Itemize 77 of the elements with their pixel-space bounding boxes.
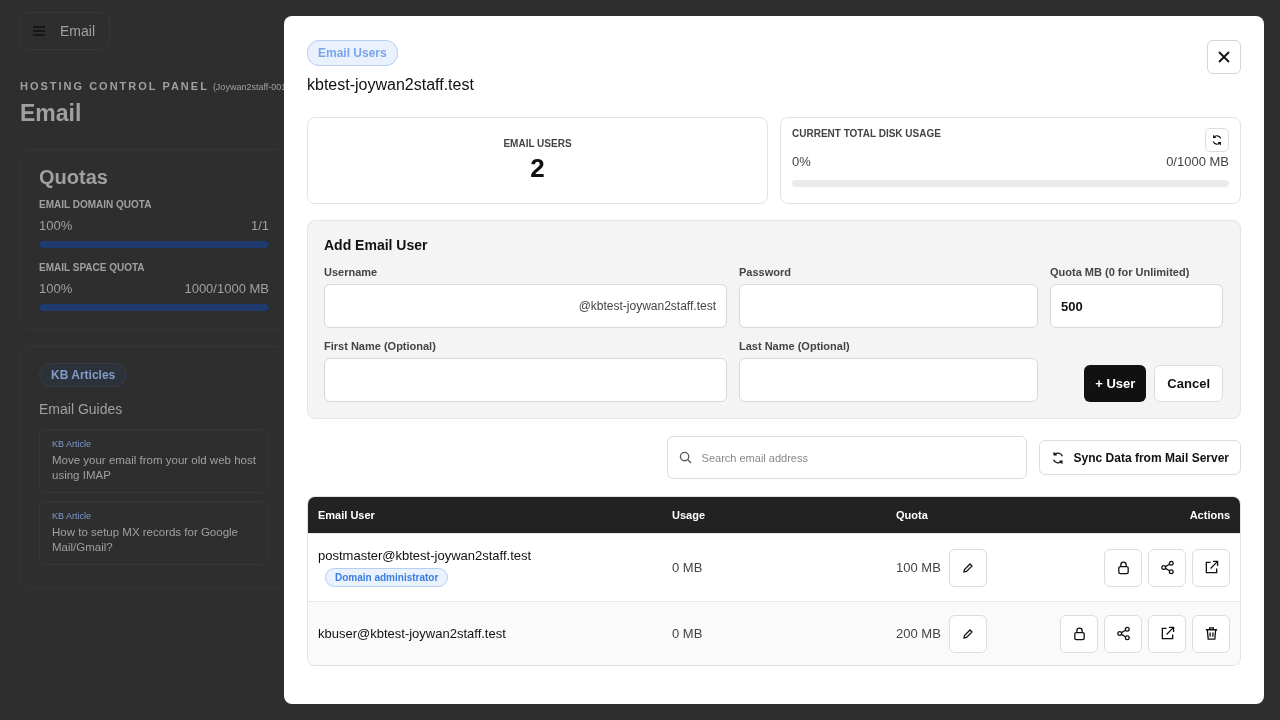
account-name: (Joywan2staff-001 <box>212 82 287 92</box>
column-header: Quota <box>895 509 929 521</box>
section-badge: Email Users <box>307 40 398 66</box>
cancel-button[interactable]: Cancel <box>1154 365 1223 402</box>
refresh-icon <box>1211 134 1223 146</box>
refresh-icon <box>1050 450 1065 465</box>
external-link-icon <box>1159 626 1175 641</box>
usage-cell-text: 0 MB <box>671 560 704 575</box>
delete-button[interactable] <box>1192 614 1230 653</box>
column-header: Actions <box>1188 509 1231 521</box>
share-icon <box>1159 560 1175 575</box>
kb-badge: KB Articles <box>39 363 128 387</box>
lock-icon <box>1071 626 1087 641</box>
username-field[interactable]: @kbtest-joywan2staff.test <box>324 284 727 328</box>
search-field[interactable]: Search email address <box>666 436 1027 479</box>
refresh-button[interactable] <box>1205 128 1229 152</box>
lock-icon <box>1115 560 1131 575</box>
page-title: Email <box>20 100 83 127</box>
menu-label: Email <box>60 23 95 39</box>
first-name-field[interactable] <box>324 358 727 402</box>
domain-title: kbtest-joywan2staff.test <box>307 76 474 94</box>
article-title: How to setup MX records for Google Mail/Gmail? <box>52 524 239 555</box>
column-header: Email User <box>317 509 376 521</box>
external-button[interactable] <box>1192 548 1230 587</box>
quota-field[interactable]: 500 <box>1050 284 1223 328</box>
quota-label: EMAIL SPACE QUOTA <box>39 262 146 273</box>
article-card[interactable]: KB Article How to setup MX records for Google Mail/Gmail? <box>39 500 269 565</box>
field-label: Quota MB (0 for Unlimited) <box>1050 266 1191 278</box>
field-label: Username <box>324 266 379 278</box>
share-button[interactable] <box>1148 548 1186 587</box>
email-address: postmaster@kbtest-joywan2staff.test <box>318 548 533 563</box>
stat-label: EMAIL USERS <box>503 137 572 149</box>
lock-button[interactable] <box>1104 548 1142 587</box>
column-header: Usage <box>671 509 707 521</box>
role-badge: Domain administrator <box>325 568 449 587</box>
email-address: kbuser@kbtest-joywan2staff.test <box>318 626 507 641</box>
article-tag: KB Article <box>52 510 256 521</box>
quota-cell: 100 MB <box>896 560 941 575</box>
share-button[interactable] <box>1104 614 1142 653</box>
quota-reading: 1/1 <box>250 218 269 233</box>
sync-button[interactable]: Sync Data from Mail Server <box>1038 440 1241 475</box>
article-tag: KB Article <box>52 439 256 449</box>
guides-title: Email Guides <box>39 401 124 417</box>
add-user-button[interactable]: + User <box>1084 365 1147 402</box>
edit-quota-button[interactable] <box>948 548 987 587</box>
quota-cell: 200 MB <box>896 626 941 641</box>
quota-reading: 1000/1000 MB <box>184 281 269 296</box>
quota-percent: 100% <box>39 281 73 296</box>
edit-quota-button[interactable] <box>948 614 987 653</box>
close-icon <box>1218 51 1230 63</box>
menu-button[interactable]: Email <box>20 12 110 50</box>
external-link-icon <box>1203 560 1219 575</box>
quota-label: EMAIL DOMAIN QUOTA <box>39 199 153 210</box>
field-label: First Name (Optional) <box>324 340 437 352</box>
stat-value: 2 <box>530 152 545 184</box>
share-icon <box>1115 626 1131 641</box>
article-card[interactable]: KB Article Move your email from your old web host using IMAP <box>39 429 269 493</box>
trash-icon <box>1203 626 1219 641</box>
disk-reading: 0/1000 MB <box>1166 154 1229 169</box>
password-field[interactable] <box>739 284 1038 328</box>
disk-percent: 0% <box>792 154 811 169</box>
stat-label: CURRENT TOTAL DISK USAGE <box>792 128 941 139</box>
pencil-icon <box>961 561 974 574</box>
external-button[interactable] <box>1148 614 1186 653</box>
quota-percent: 100% <box>39 218 73 233</box>
usage-cell-text: 0 MB <box>671 626 704 641</box>
field-label: Password <box>739 266 792 278</box>
pencil-icon <box>961 627 974 640</box>
field-label: Last Name (Optional) <box>739 340 851 352</box>
panel-eyebrow: HOSTING CONTROL PANEL <box>20 80 209 92</box>
lock-button[interactable] <box>1060 614 1098 653</box>
search-icon <box>678 451 692 464</box>
card-title: Quotas <box>39 166 109 189</box>
form-title: Add Email User <box>324 237 429 253</box>
article-title: Move your email from your old web host using IMAP <box>52 453 256 483</box>
last-name-field[interactable] <box>739 358 1038 402</box>
close-button[interactable] <box>1207 40 1241 74</box>
